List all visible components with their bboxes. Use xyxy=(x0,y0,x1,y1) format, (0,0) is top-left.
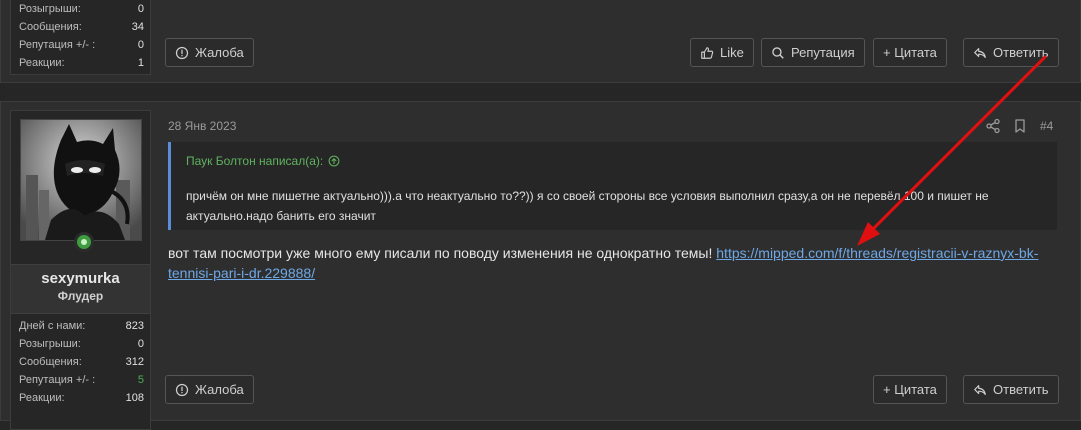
red-annotation-arrow xyxy=(857,55,1047,246)
